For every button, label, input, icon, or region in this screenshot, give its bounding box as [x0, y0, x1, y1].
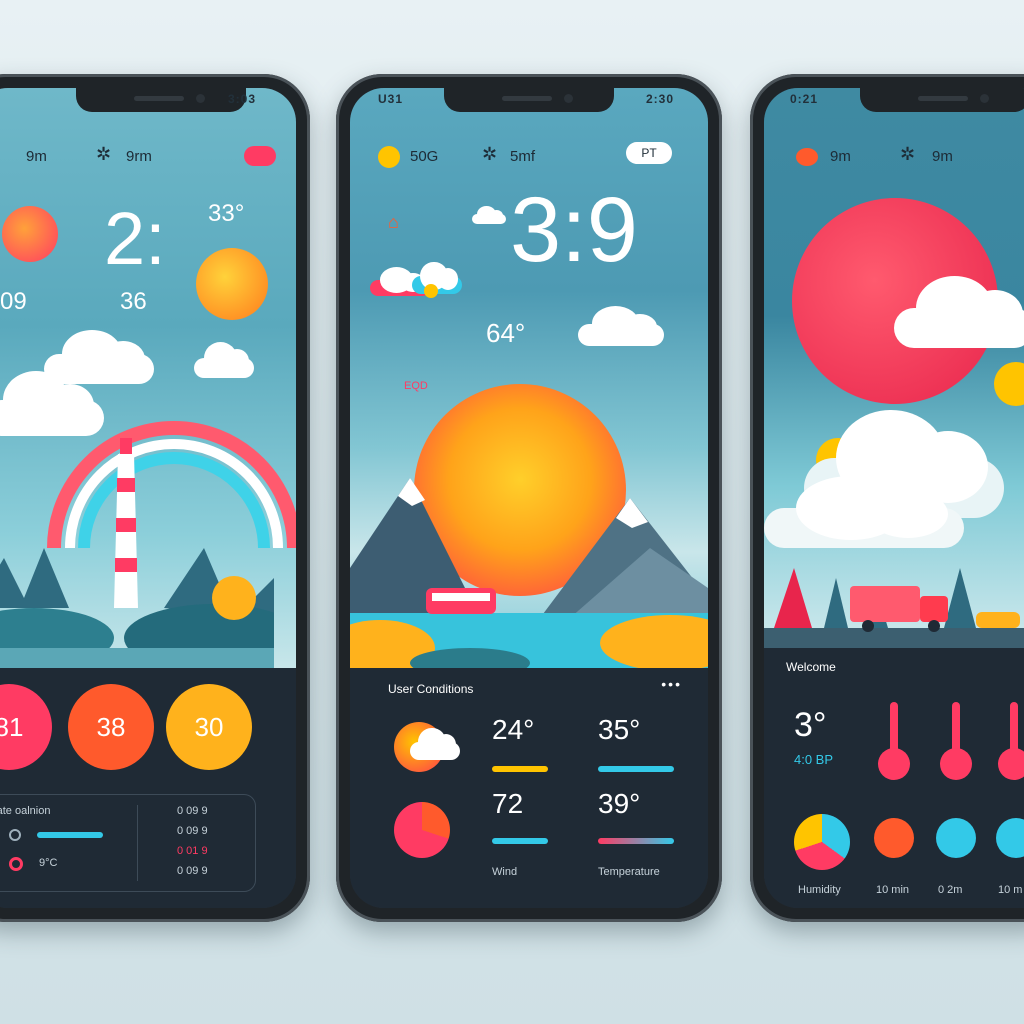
section-title: Welcome: [786, 660, 836, 674]
phone-center: U31 2:30 50G ✲ 5mf PT 3:9 ⌂ 64° EQD User…: [336, 74, 722, 922]
cloud-icon: [894, 276, 1024, 348]
alert-toggle[interactable]: [244, 146, 276, 166]
toggle-icon[interactable]: [9, 857, 23, 871]
phone-center-screen: U31 2:30 50G ✲ 5mf PT 3:9 ⌂ 64° EQD User…: [350, 88, 708, 908]
pill-label: PT: [641, 146, 657, 160]
conditions-panel: User Conditions ••• 24° 35° 72 39° Wind …: [350, 668, 708, 908]
mid-value: 36: [120, 288, 147, 315]
panel-row: 0 09 9: [177, 805, 208, 817]
card-title: Hrate oalnion: [0, 805, 51, 817]
slider-track[interactable]: [37, 832, 103, 838]
stat-value: 24°: [492, 714, 535, 745]
notch: [75, 88, 246, 112]
footer-label: 10 min: [876, 884, 910, 896]
footer-label: Temperature: [598, 866, 660, 878]
details-card: Hrate oalnion 9°C 0 09 9 0 09 9 0 01 9 0…: [0, 794, 256, 892]
humidity-icon: [394, 802, 450, 858]
header-label-mid: 9m: [932, 148, 953, 165]
metric-circle-cyan[interactable]: [996, 818, 1024, 858]
thermometer-icon: [940, 702, 972, 780]
header-label-left: 50G: [410, 148, 439, 165]
stat-bar: [492, 766, 548, 772]
header-label-left: 9m: [26, 148, 47, 165]
weather-icon: ✲: [482, 144, 498, 164]
metric-value: 81: [0, 711, 24, 742]
header-label-mid: 9rm: [126, 148, 152, 165]
bottom-panel: 81 38 30 Hrate oalnion 9°C 0 09 9 0 09 9…: [0, 668, 296, 908]
sun-large-icon: [196, 248, 268, 320]
phone-right: 0:21 9m ✲ 9m Welcome 3° 4:0 BP Humidity …: [750, 74, 1024, 922]
sky-scene: 50G ✲ 5mf PT 3:9 ⌂ 64° EQD: [350, 88, 708, 668]
footer-label: 0 2m: [938, 884, 963, 896]
sky-scene: 9m ✲ 9m: [764, 88, 1024, 658]
divider: [137, 805, 138, 881]
toggle-icon[interactable]: [9, 829, 21, 841]
cloud-icon: [44, 330, 154, 384]
header-label-mid: 5mf: [510, 148, 536, 165]
thermometer-icon: [878, 702, 910, 780]
metric-value: 30: [194, 711, 224, 742]
bottom-panel: Welcome 3° 4:0 BP Humidity 10 min 0 2m 1…: [764, 648, 1024, 908]
cloud-icon: [194, 342, 254, 378]
sun-icon: [378, 146, 400, 168]
stat-bar: [598, 766, 674, 772]
subtitle: 4:0 BP: [794, 752, 834, 767]
sun-small-icon: [994, 362, 1024, 406]
metric-circle-orange[interactable]: [874, 818, 914, 858]
sunrise-label: EQD: [404, 380, 428, 392]
metric-circle-pink[interactable]: 81: [0, 684, 52, 770]
mountain-illustration: [350, 478, 708, 668]
bell-icon: ⌂: [388, 212, 399, 232]
header-label-left: 9m: [830, 148, 851, 165]
footer-label: 10 m: [998, 884, 1023, 896]
panel-row: 0 01 9: [177, 845, 208, 857]
section-title: User Conditions: [388, 682, 474, 696]
landscape-illustration: [0, 548, 274, 688]
stat-value: 39°: [598, 788, 641, 819]
settings-icon[interactable]: ✲: [96, 144, 111, 165]
phone-right-screen: 0:21 9m ✲ 9m Welcome 3° 4:0 BP Humidity …: [764, 88, 1024, 908]
stat-value: 72: [492, 788, 524, 819]
sun-small-icon: [424, 284, 438, 298]
sky-scene: 9m ✲ 9rm 2: 33° 09 36: [0, 88, 296, 688]
footer-label: Humidity: [798, 884, 841, 896]
temperature-display: 3°: [794, 706, 827, 744]
metric-value: 38: [96, 711, 126, 742]
cloud-icon: [578, 306, 664, 346]
phone-left-screen: 3:03 9m ✲ 9rm 2: 33° 09 36 81 38 30 te o…: [0, 88, 296, 908]
mode-pill-button[interactable]: PT: [626, 142, 672, 164]
stat-bar: [492, 838, 548, 844]
clock-display: 3:9: [510, 179, 638, 281]
clock-display: 2:: [104, 197, 166, 280]
status-carrier: U31: [378, 92, 404, 106]
status-time: 0:21: [790, 92, 819, 106]
notch: [860, 88, 1024, 112]
metric-circle-orange[interactable]: 38: [68, 684, 154, 770]
panel-row: 0 09 9: [177, 825, 208, 837]
phone-left: 3:03 9m ✲ 9rm 2: 33° 09 36 81 38 30 te o…: [0, 74, 310, 922]
footer-label: Wind: [492, 866, 518, 878]
stat-value: 35°: [598, 714, 641, 745]
sun-icon: [2, 206, 58, 262]
cloud-icon: [472, 206, 506, 224]
panel-temp: 9°C: [39, 857, 58, 869]
more-menu-icon[interactable]: •••: [661, 676, 682, 692]
cloud-icon: [410, 727, 460, 760]
weather-icon: ✲: [900, 144, 916, 164]
temperature-small: 33°: [208, 200, 245, 227]
status-time: 3:03: [227, 92, 256, 106]
status-time: 2:30: [645, 92, 674, 106]
thermometer-icon: [998, 702, 1024, 780]
humidity-chart-icon[interactable]: [794, 814, 850, 870]
landscape-illustration: [764, 568, 1024, 658]
metric-circle-yellow[interactable]: 30: [166, 684, 252, 770]
temperature-display: 64°: [486, 318, 526, 348]
sun-icon: [796, 148, 818, 166]
stat-bar: [598, 838, 674, 844]
metric-circle-cyan[interactable]: [936, 818, 976, 858]
left-value: 09: [0, 288, 27, 315]
notch: [444, 88, 614, 112]
panel-row: 0 09 9: [177, 865, 208, 877]
